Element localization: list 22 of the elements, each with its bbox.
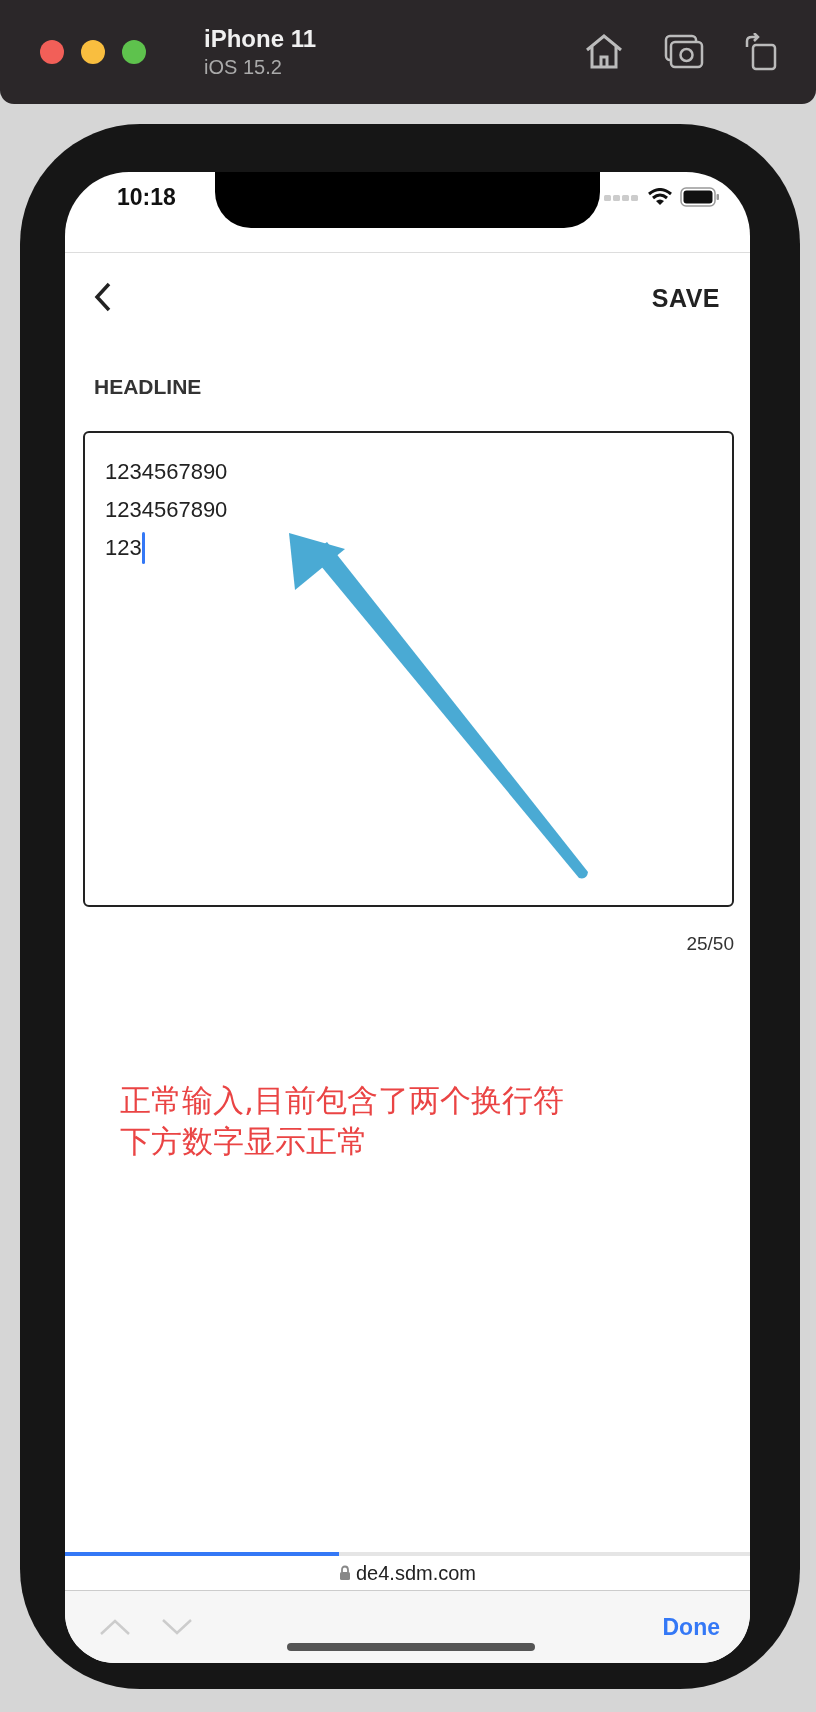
signal-icon xyxy=(604,192,640,202)
window-subtitle: iOS 15.2 xyxy=(204,56,283,79)
close-button[interactable] xyxy=(40,40,64,64)
headline-input-field[interactable]: 1234567890 1234567890 123 xyxy=(83,431,734,907)
annotation-note: 正常输入,目前包含了两个换行符 下方数字显示正常 xyxy=(120,1081,565,1161)
next-field-button[interactable] xyxy=(161,1618,193,1636)
done-button[interactable]: Done xyxy=(662,1613,720,1641)
field-label: HEADLINE xyxy=(94,375,203,399)
window-title: iPhone 11 xyxy=(204,25,317,53)
status-time: 10:18 xyxy=(117,183,176,211)
screenshot-icon[interactable] xyxy=(664,33,704,69)
save-button[interactable]: SAVE xyxy=(651,283,720,313)
lock-icon xyxy=(338,1565,351,1581)
home-icon[interactable] xyxy=(584,33,624,69)
zoom-button[interactable] xyxy=(122,40,146,64)
minimize-button[interactable] xyxy=(81,40,105,64)
address-text[interactable]: de4.sdm.com xyxy=(355,1561,477,1585)
wifi-icon xyxy=(648,188,672,206)
character-counter: 25/50 xyxy=(686,933,734,955)
rotate-icon[interactable] xyxy=(744,33,778,71)
battery-icon xyxy=(680,187,720,207)
previous-field-button[interactable] xyxy=(99,1618,131,1636)
